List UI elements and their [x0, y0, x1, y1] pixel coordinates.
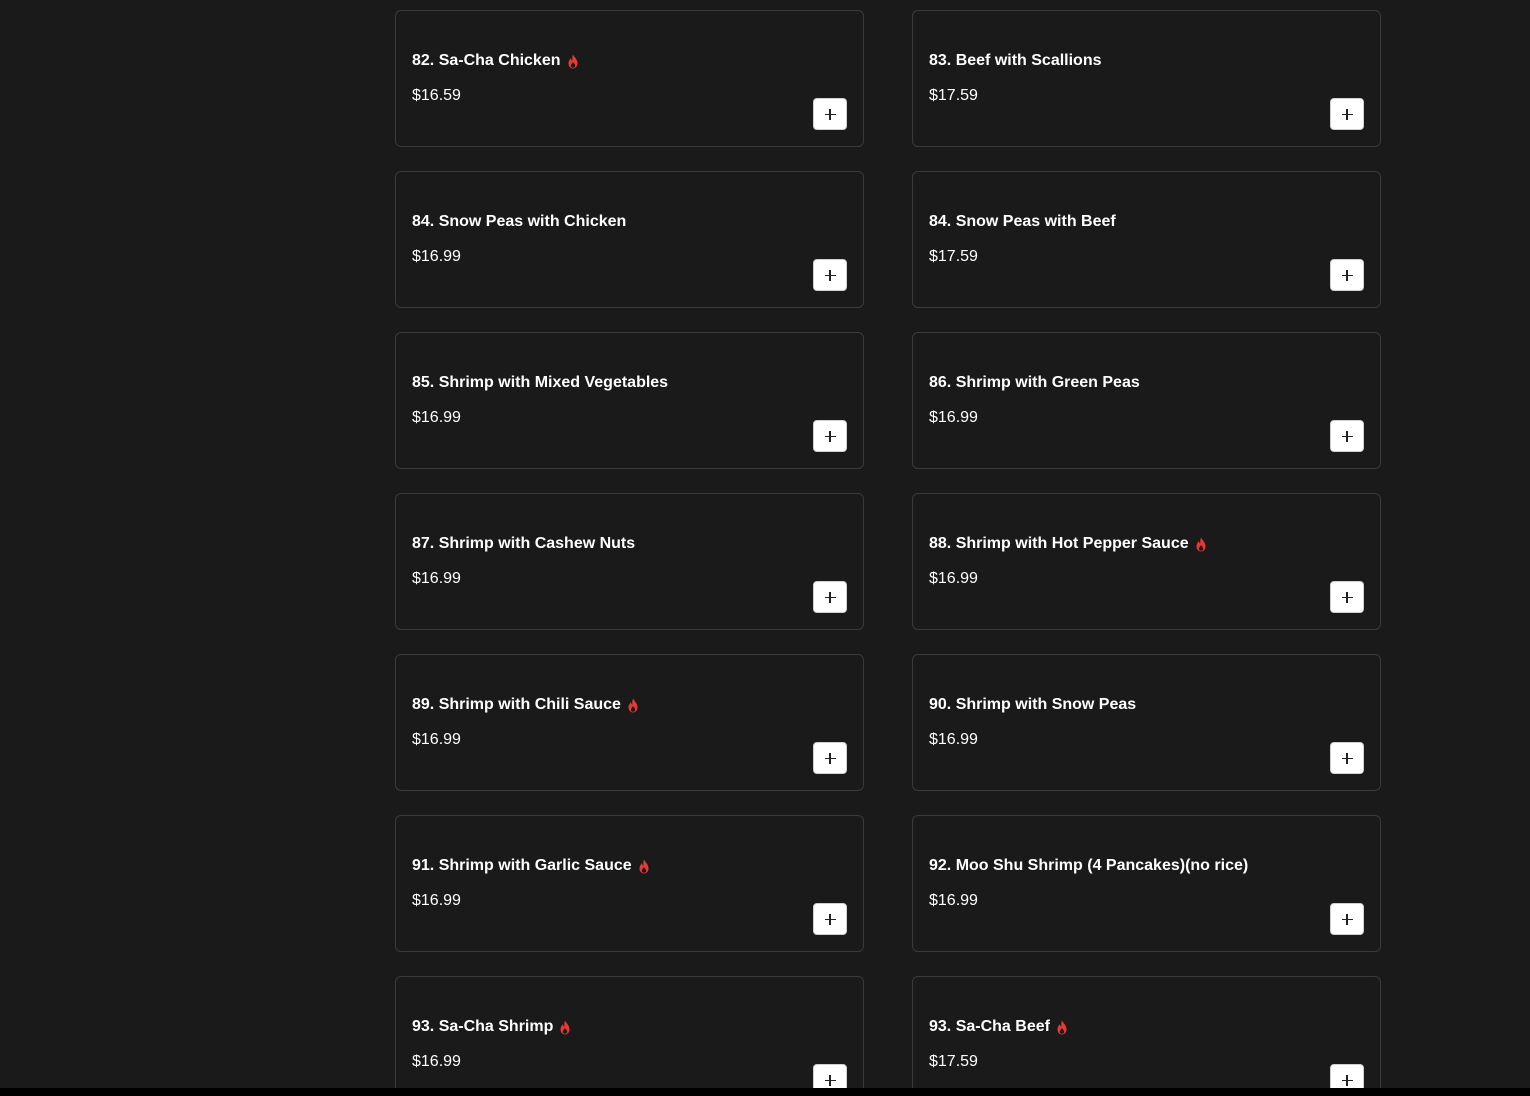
menu-item-name: 84. Snow Peas with Beef: [929, 213, 1116, 230]
flame-icon: [567, 54, 579, 69]
plus-icon: [824, 752, 836, 764]
flame-icon: [1195, 537, 1207, 552]
menu-item-card[interactable]: 82. Sa-Cha Chicken $16.59: [395, 10, 864, 147]
add-to-cart-button[interactable]: [813, 903, 847, 935]
menu-item-card[interactable]: 88. Shrimp with Hot Pepper Sauce $16.99: [912, 493, 1381, 630]
menu-item-card[interactable]: 87. Shrimp with Cashew Nuts $16.99: [395, 493, 864, 630]
flame-icon: [627, 698, 639, 713]
plus-icon: [824, 591, 836, 603]
plus-icon: [1341, 269, 1353, 281]
menu-item-card[interactable]: 85. Shrimp with Mixed Vegetables $16.99: [395, 332, 864, 469]
menu-item-price: $17.59: [929, 248, 978, 265]
menu-item-price: $17.59: [929, 87, 978, 104]
add-to-cart-button[interactable]: [813, 98, 847, 130]
menu-item-price: $16.99: [929, 570, 978, 587]
plus-icon: [1341, 430, 1353, 442]
plus-icon: [1341, 1074, 1353, 1086]
add-to-cart-button[interactable]: [1330, 98, 1364, 130]
menu-item-name-row: 93. Sa-Cha Shrimp: [412, 1018, 571, 1036]
plus-icon: [824, 108, 836, 120]
plus-icon: [824, 1074, 836, 1086]
menu-item-name-row: 90. Shrimp with Snow Peas: [929, 696, 1136, 714]
flame-icon: [638, 859, 650, 874]
menu-item-name-row: 93. Sa-Cha Beef: [929, 1018, 1068, 1036]
plus-icon: [824, 269, 836, 281]
menu-item-card[interactable]: 89. Shrimp with Chili Sauce $16.99: [395, 654, 864, 791]
add-to-cart-button[interactable]: [1330, 903, 1364, 935]
plus-icon: [824, 913, 836, 925]
menu-item-card[interactable]: 86. Shrimp with Green Peas $16.99: [912, 332, 1381, 469]
add-to-cart-button[interactable]: [1330, 420, 1364, 452]
add-to-cart-button[interactable]: [813, 581, 847, 613]
menu-item-card[interactable]: 93. Sa-Cha Shrimp $16.99: [395, 976, 864, 1088]
menu-item-price: $16.99: [412, 248, 461, 265]
menu-item-name: 93. Sa-Cha Beef: [929, 1018, 1050, 1035]
menu-item-card[interactable]: 83. Beef with Scallions $17.59: [912, 10, 1381, 147]
menu-item-name: 90. Shrimp with Snow Peas: [929, 696, 1137, 713]
flame-icon: [559, 1020, 571, 1035]
menu-item-price: $16.99: [412, 409, 461, 426]
menu-item-name-row: 92. Moo Shu Shrimp (4 Pancakes)(no rice): [929, 857, 1248, 875]
menu-item-price: $16.59: [412, 87, 461, 104]
bottom-edge-bar: [0, 1088, 1530, 1096]
menu-item-price: $16.99: [412, 892, 461, 909]
menu-item-card[interactable]: 90. Shrimp with Snow Peas $16.99: [912, 654, 1381, 791]
menu-item-card[interactable]: 93. Sa-Cha Beef $17.59: [912, 976, 1381, 1088]
menu-item-price: $16.99: [929, 409, 978, 426]
menu-item-card[interactable]: 91. Shrimp with Garlic Sauce $16.99: [395, 815, 864, 952]
menu-item-name-row: 85. Shrimp with Mixed Vegetables: [412, 374, 668, 392]
menu-item-price: $17.59: [929, 1053, 978, 1070]
add-to-cart-button[interactable]: [1330, 1064, 1364, 1088]
menu-item-price: $16.99: [929, 892, 978, 909]
menu-item-name: 88. Shrimp with Hot Pepper Sauce: [929, 535, 1189, 552]
menu-item-name: 84. Snow Peas with Chicken: [412, 213, 627, 230]
menu-item-card[interactable]: 84. Snow Peas with Beef $17.59: [912, 171, 1381, 308]
plus-icon: [1341, 752, 1353, 764]
menu-item-name: 87. Shrimp with Cashew Nuts: [412, 535, 636, 552]
menu-item-name-row: 84. Snow Peas with Beef: [929, 213, 1116, 231]
menu-item-name: 89. Shrimp with Chili Sauce: [412, 696, 621, 713]
menu-item-card[interactable]: 92. Moo Shu Shrimp (4 Pancakes)(no rice)…: [912, 815, 1381, 952]
menu-item-name-row: 89. Shrimp with Chili Sauce: [412, 696, 639, 714]
menu-item-name-row: 82. Sa-Cha Chicken: [412, 52, 579, 70]
add-to-cart-button[interactable]: [1330, 581, 1364, 613]
menu-page: 82. Sa-Cha Chicken $16.59 83. Beef with …: [0, 0, 1530, 1088]
plus-icon: [1341, 913, 1353, 925]
menu-item-name-row: 84. Snow Peas with Chicken: [412, 213, 626, 231]
menu-item-name-row: 83. Beef with Scallions: [929, 52, 1102, 70]
flame-icon: [1056, 1020, 1068, 1035]
menu-item-price: $16.99: [412, 1053, 461, 1070]
menu-item-price: $16.99: [412, 570, 461, 587]
add-to-cart-button[interactable]: [813, 420, 847, 452]
add-to-cart-button[interactable]: [813, 742, 847, 774]
menu-item-name: 83. Beef with Scallions: [929, 52, 1102, 69]
menu-item-name-row: 86. Shrimp with Green Peas: [929, 374, 1140, 392]
menu-item-card[interactable]: 84. Snow Peas with Chicken $16.99: [395, 171, 864, 308]
menu-item-name: 91. Shrimp with Garlic Sauce: [412, 857, 632, 874]
menu-item-name-row: 88. Shrimp with Hot Pepper Sauce: [929, 535, 1207, 553]
menu-item-price: $16.99: [929, 731, 978, 748]
menu-items-grid: 82. Sa-Cha Chicken $16.59 83. Beef with …: [395, 10, 1381, 1088]
add-to-cart-button[interactable]: [1330, 742, 1364, 774]
add-to-cart-button[interactable]: [813, 259, 847, 291]
add-to-cart-button[interactable]: [813, 1064, 847, 1088]
menu-item-name: 85. Shrimp with Mixed Vegetables: [412, 374, 669, 391]
plus-icon: [824, 430, 836, 442]
menu-item-price: $16.99: [412, 731, 461, 748]
menu-item-name-row: 87. Shrimp with Cashew Nuts: [412, 535, 635, 553]
add-to-cart-button[interactable]: [1330, 259, 1364, 291]
menu-item-name: 86. Shrimp with Green Peas: [929, 374, 1140, 391]
plus-icon: [1341, 591, 1353, 603]
plus-icon: [1341, 108, 1353, 120]
menu-item-name: 93. Sa-Cha Shrimp: [412, 1018, 554, 1035]
menu-item-name-row: 91. Shrimp with Garlic Sauce: [412, 857, 650, 875]
menu-item-name: 92. Moo Shu Shrimp (4 Pancakes)(no rice): [929, 857, 1249, 874]
menu-item-name: 82. Sa-Cha Chicken: [412, 52, 561, 69]
